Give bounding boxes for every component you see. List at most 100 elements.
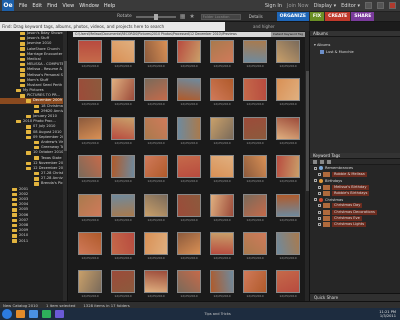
grid-view-icon[interactable]: ▦ [180, 13, 186, 20]
photo-thumbnail[interactable]: 12/25/2010 [108, 193, 138, 225]
taskbar-app-icon[interactable] [42, 310, 51, 318]
tab-share[interactable]: SHARE [351, 12, 375, 21]
keyword-checkbox[interactable] [314, 166, 317, 170]
photo-thumbnail[interactable]: 12/25/2010 [273, 193, 303, 225]
photo-thumbnail[interactable]: 12/25/2010 [207, 116, 237, 148]
keyword-checkbox[interactable] [318, 204, 321, 208]
photo-thumbnail[interactable]: 12/25/2010 [174, 231, 204, 263]
photo-thumbnail[interactable]: 12/25/2010 [75, 231, 105, 263]
albums-root[interactable]: ▾ Albums [314, 43, 330, 47]
keyword-tag[interactable]: Christmas Lights [310, 222, 400, 228]
rating-filter[interactable]: and higher [225, 22, 309, 31]
photo-thumbnail[interactable]: 12/25/2010 [141, 116, 171, 148]
photo-thumbnail[interactable]: 12/25/2010 [273, 78, 303, 109]
photo-thumbnail[interactable]: 12/25/2010 [273, 155, 303, 186]
photo-thumbnail[interactable]: 12/25/2010 [273, 40, 303, 71]
keyword-checkbox[interactable] [318, 210, 321, 214]
menu-edit[interactable]: Edit [32, 3, 42, 9]
photo-thumbnail[interactable]: 12/25/2010 [141, 231, 171, 263]
taskbar-app-icon[interactable] [55, 310, 64, 318]
photo-thumbnail[interactable]: 12/25/2010 [75, 193, 105, 225]
folder-tree-scroll-thumb[interactable] [63, 61, 67, 151]
photo-thumbnail[interactable]: 12/25/2010 [240, 270, 270, 301]
photo-thumbnail[interactable]: 12/25/2010 [273, 270, 303, 301]
photo-thumbnail[interactable]: 12/25/2010 [75, 40, 105, 71]
menu-window[interactable]: Window [79, 3, 99, 9]
new-tag-icon[interactable] [313, 159, 317, 164]
tab-fix[interactable]: FIX [309, 12, 325, 21]
keyword-checkbox[interactable] [314, 198, 317, 202]
start-button[interactable] [2, 309, 12, 319]
photo-thumbnail[interactable]: 12/25/2010 [207, 78, 237, 109]
photo-thumbnail[interactable]: 12/25/2010 [141, 193, 171, 225]
photo-thumbnail[interactable]: 12/25/2010 [240, 155, 270, 186]
keyword-checkbox[interactable] [318, 217, 321, 221]
search-bar[interactable]: Find: Drag keyword tags, albums, photos,… [0, 22, 225, 31]
photo-thumbnail[interactable]: 12/25/2010 [108, 155, 138, 186]
photo-thumbnail[interactable]: 12/25/2010 [75, 116, 105, 148]
photo-thumbnail[interactable]: 12/25/2010 [240, 116, 270, 148]
folder-location-dropdown[interactable]: Folder Location [200, 13, 241, 20]
minimize-button[interactable] [365, 2, 372, 9]
close-button[interactable] [389, 2, 396, 9]
album-item[interactable]: Lust & Munchie [320, 50, 354, 54]
keyword-checkbox[interactable] [318, 172, 321, 176]
photo-thumbnail[interactable]: 12/25/2010 [75, 78, 105, 109]
keyword-checkbox[interactable] [318, 191, 321, 195]
photo-thumbnail[interactable]: 12/25/2010 [174, 270, 204, 301]
tips-label[interactable]: Tips and Tricks [204, 312, 230, 316]
photo-thumbnail[interactable]: 12/25/2010 [240, 231, 270, 263]
photo-thumbnail[interactable]: 12/25/2010 [174, 40, 204, 71]
tab-organize[interactable]: ORGANIZE [276, 12, 309, 21]
photo-thumbnail[interactable]: 12/25/2010 [141, 78, 171, 109]
menu-help[interactable]: Help [104, 3, 115, 9]
delete-tag-icon[interactable] [327, 159, 331, 164]
taskbar-app-icon[interactable] [16, 310, 25, 318]
menu-find[interactable]: Find [47, 3, 57, 9]
photo-thumbnail[interactable]: 12/25/2010 [207, 155, 237, 186]
quick-share-header[interactable]: Quick Share [310, 293, 400, 301]
instant-keyword-tag-button[interactable]: Instant Keyword Tag [270, 32, 305, 37]
tab-create[interactable]: CREATE [325, 12, 351, 21]
photo-thumbnail[interactable]: 12/25/2010 [108, 116, 138, 148]
sign-in-link[interactable]: Sign In [265, 3, 282, 9]
photo-thumbnail[interactable]: 12/25/2010 [141, 270, 171, 301]
details-checkbox[interactable]: Details [249, 14, 263, 19]
menu-view[interactable]: View [62, 3, 74, 9]
keyword-checkbox[interactable] [318, 185, 321, 189]
thumbnail-size-slider[interactable] [135, 13, 176, 20]
display-menu[interactable]: Display ▾ [314, 3, 337, 9]
join-now-link[interactable]: Join Now [287, 3, 309, 9]
keyword-checkbox[interactable] [318, 223, 321, 227]
photo-thumbnail[interactable]: 12/25/2010 [207, 40, 237, 71]
photo-thumbnail[interactable]: 12/25/2010 [240, 193, 270, 225]
photo-thumbnail[interactable]: 12/25/2010 [108, 40, 138, 71]
photo-thumbnail[interactable]: 12/25/2010 [207, 270, 237, 301]
edit-tag-icon[interactable] [320, 159, 324, 164]
photo-thumbnail[interactable]: 12/25/2010 [174, 78, 204, 109]
photo-thumbnail[interactable]: 12/25/2010 [207, 231, 237, 263]
photo-thumbnail[interactable]: 12/25/2010 [273, 231, 303, 263]
photo-thumbnail[interactable]: 12/25/2010 [240, 40, 270, 71]
photo-thumbnail[interactable]: 12/25/2010 [240, 78, 270, 109]
photo-thumbnail[interactable]: 12/25/2010 [75, 270, 105, 301]
folder-tree-item[interactable]: 2011 [0, 239, 67, 244]
photo-thumbnail[interactable]: 12/25/2010 [174, 193, 204, 225]
star-icon[interactable]: ★ [189, 13, 194, 20]
folder-tree-scrollbar[interactable] [63, 31, 67, 301]
photo-thumbnail[interactable]: 12/25/2010 [108, 231, 138, 263]
system-clock[interactable]: 11:21 PM 1/3/2011 [379, 310, 396, 319]
keyword-checkbox[interactable] [314, 179, 317, 183]
photo-thumbnail[interactable]: 12/25/2010 [273, 116, 303, 148]
photo-thumbnail[interactable]: 12/25/2010 [108, 270, 138, 301]
photo-thumbnail[interactable]: 12/25/2010 [207, 193, 237, 225]
photo-thumbnail[interactable]: 12/25/2010 [75, 155, 105, 186]
maximize-button[interactable] [377, 2, 384, 9]
photo-thumbnail[interactable]: 12/25/2010 [174, 116, 204, 148]
photo-thumbnail[interactable]: 12/25/2010 [141, 40, 171, 71]
editor-menu[interactable]: Editor ▾ [341, 3, 360, 9]
photo-thumbnail[interactable]: 12/25/2010 [174, 155, 204, 186]
photo-thumbnail[interactable]: 12/25/2010 [108, 78, 138, 109]
photo-thumbnail[interactable]: 12/25/2010 [141, 155, 171, 186]
taskbar-app-icon[interactable] [29, 310, 38, 318]
